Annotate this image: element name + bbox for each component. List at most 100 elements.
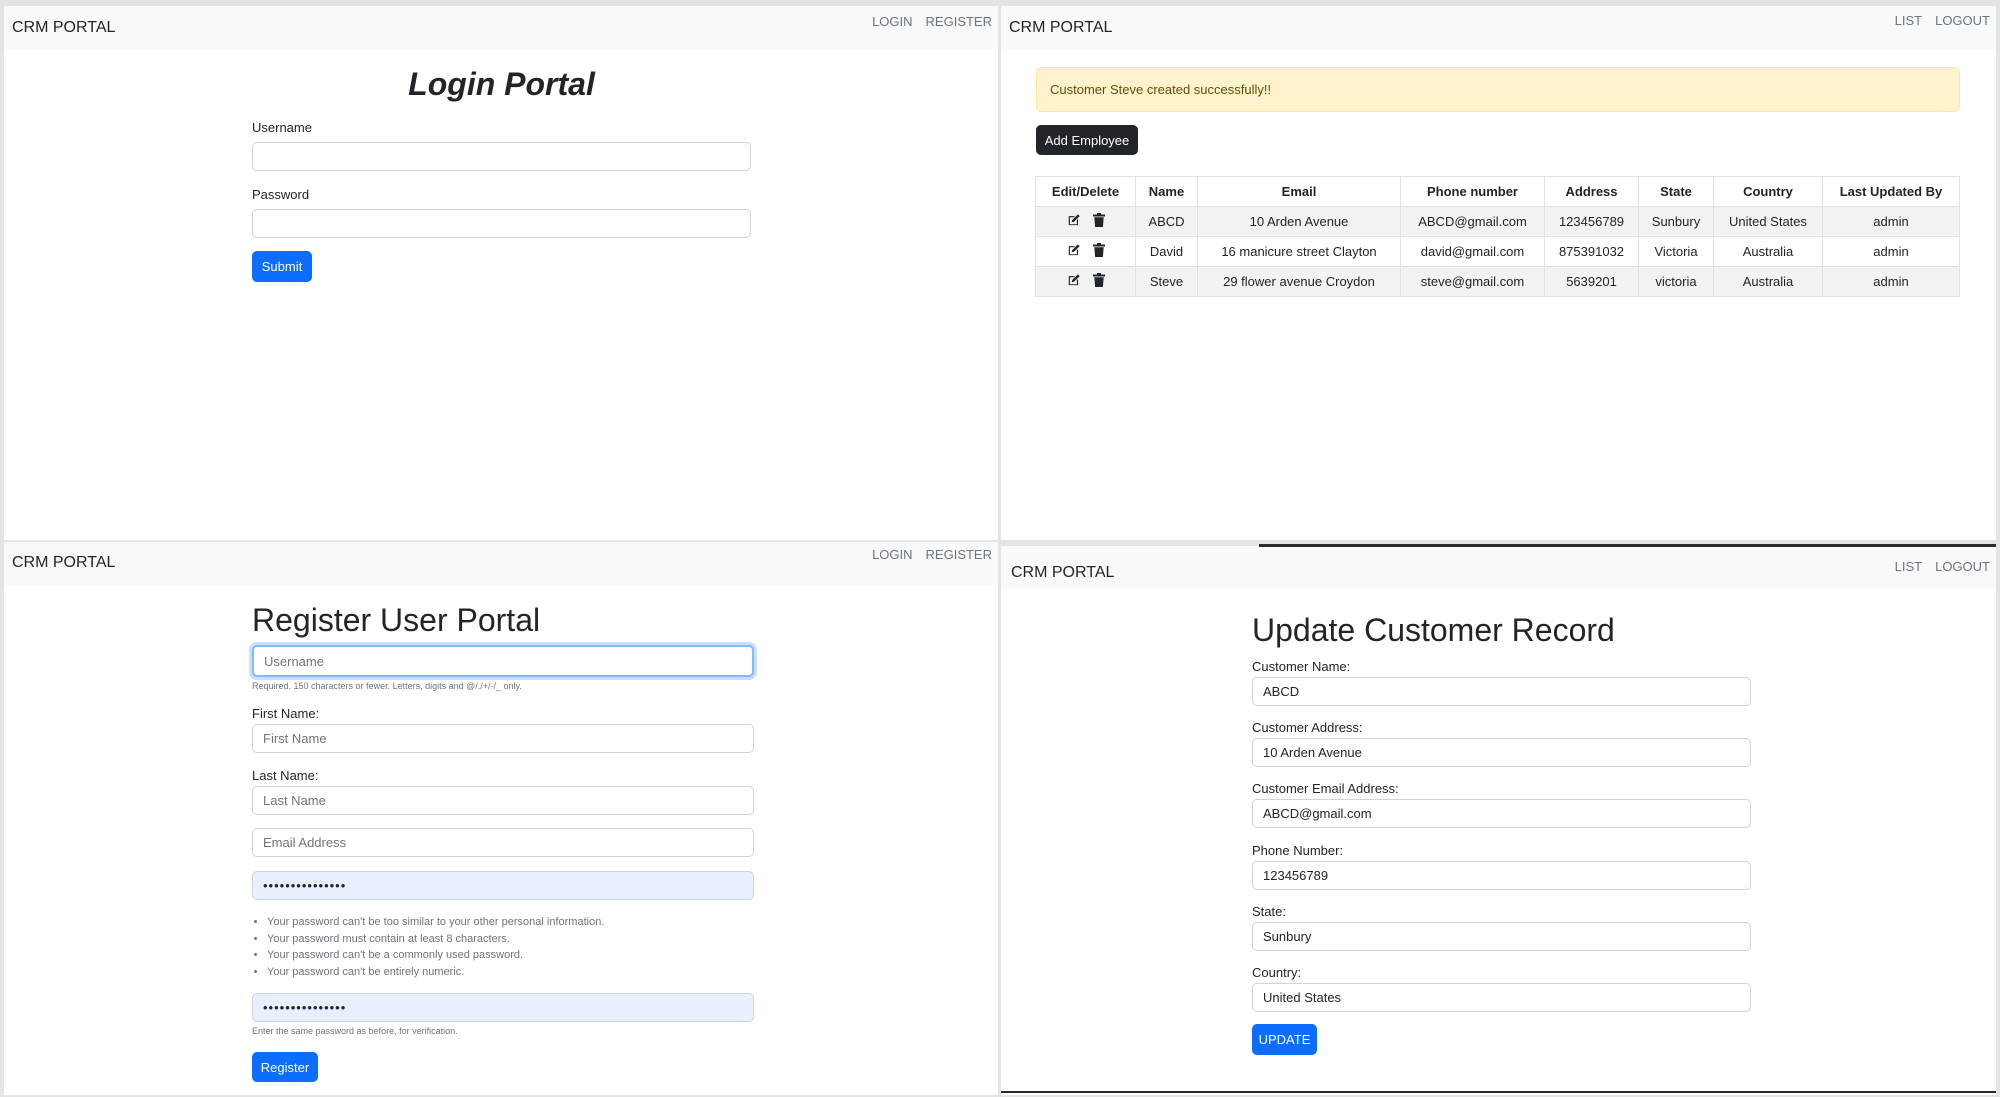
customer-address-label: Customer Address: <box>1252 720 1363 735</box>
password-rules-list: Your password can't be too similar to yo… <box>267 914 604 980</box>
col-country: Country <box>1713 176 1823 207</box>
password-rule: Your password can't be too similar to yo… <box>267 914 604 931</box>
page-title: Update Customer Record <box>1252 612 1615 648</box>
table-row: Steve 29 flower avenue Croydon steve@gma… <box>1035 266 1960 297</box>
first-name-label: First Name: <box>252 706 320 721</box>
brand-logo[interactable]: CRM PORTAL <box>1009 19 1112 37</box>
alert-message: Customer Steve created successfully!! <box>1050 82 1272 97</box>
edit-icon[interactable] <box>1067 213 1081 227</box>
brand-logo[interactable]: CRM PORTAL <box>1011 564 1114 582</box>
customer-address-input[interactable]: 10 Arden Avenue <box>1252 738 1751 767</box>
col-last-updated-by: Last Updated By <box>1822 176 1960 207</box>
nav-list-link[interactable]: LIST <box>1895 13 1922 28</box>
cell-state: victoria <box>1638 266 1714 297</box>
nav-register-link[interactable]: REGISTER <box>926 547 992 562</box>
col-email: Email <box>1197 176 1401 207</box>
cell-name: ABCD <box>1135 206 1198 237</box>
update-button[interactable]: UPDATE <box>1252 1024 1317 1055</box>
trash-icon[interactable] <box>1092 273 1105 287</box>
customer-email-label: Customer Email Address: <box>1252 781 1399 796</box>
country-input[interactable]: United States <box>1252 983 1751 1012</box>
brand-logo[interactable]: CRM PORTAL <box>12 554 115 572</box>
password-confirm-input[interactable]: ••••••••••••••• <box>252 993 754 1022</box>
nav-links: LIST LOGOUT <box>1895 559 1990 574</box>
trash-icon[interactable] <box>1092 213 1105 227</box>
navbar: CRM PORTAL LIST LOGOUT <box>1001 546 1996 589</box>
cell-email: 16 manicure street Clayton <box>1197 236 1401 267</box>
window-divider <box>1001 1091 1996 1093</box>
username-input[interactable] <box>252 142 751 171</box>
first-name-placeholder: First Name <box>263 731 327 746</box>
password-rule: Your password can't be entirely numeric. <box>267 964 604 981</box>
customer-name-label: Customer Name: <box>1252 659 1351 674</box>
page-title: Register User Portal <box>252 602 541 638</box>
cell-state: Sunbury <box>1638 206 1714 237</box>
col-phone: Phone number <box>1400 176 1545 207</box>
edit-icon[interactable] <box>1067 273 1081 287</box>
login-panel: CRM PORTAL LOGIN REGISTER Login Portal U… <box>4 6 998 540</box>
nav-login-link[interactable]: LOGIN <box>872 14 912 29</box>
last-name-input[interactable]: Last Name <box>252 786 754 815</box>
nav-list-link[interactable]: LIST <box>1895 559 1922 574</box>
cell-country: Australia <box>1713 236 1823 267</box>
cell-address: 875391032 <box>1544 236 1639 267</box>
cell-address: 123456789 <box>1544 206 1639 237</box>
customer-name-value: ABCD <box>1263 684 1300 699</box>
customer-name-input[interactable]: ABCD <box>1252 677 1751 706</box>
username-label: Username <box>252 120 312 135</box>
table-row: ABCD 10 Arden Avenue ABCD@gmail.com 1234… <box>1035 206 1960 237</box>
country-label: Country: <box>1252 965 1302 980</box>
phone-number-input[interactable]: 123456789 <box>1252 861 1751 890</box>
customer-table: Edit/Delete Name Email Phone number Addr… <box>1035 176 1960 297</box>
first-name-input[interactable]: First Name <box>252 724 754 753</box>
edit-icon[interactable] <box>1067 243 1081 257</box>
customer-list-panel: CRM PORTAL LIST LOGOUT Customer Steve cr… <box>1001 6 1996 540</box>
window-divider <box>1259 544 1996 547</box>
email-input[interactable]: Email Address <box>252 828 754 857</box>
nav-logout-link[interactable]: LOGOUT <box>1935 13 1990 28</box>
password-rule: Your password can't be a commonly used p… <box>267 947 604 964</box>
navbar: CRM PORTAL LIST LOGOUT <box>1001 6 1996 49</box>
password-confirm-value: ••••••••••••••• <box>263 1000 347 1015</box>
col-edit-delete: Edit/Delete <box>1035 176 1136 207</box>
password-confirm-help-text: Enter the same password as before, for v… <box>252 1026 458 1036</box>
state-value: Sunbury <box>1263 929 1312 944</box>
cell-phone: ABCD@gmail.com <box>1400 206 1545 237</box>
cell-updated-by: admin <box>1822 266 1960 297</box>
update-customer-panel: CRM PORTAL LIST LOGOUT Update Customer R… <box>1001 546 1996 1095</box>
brand-logo[interactable]: CRM PORTAL <box>12 19 115 37</box>
last-name-label: Last Name: <box>252 768 319 783</box>
cell-email: 10 Arden Avenue <box>1197 206 1401 237</box>
password-input[interactable] <box>252 209 751 238</box>
submit-button[interactable]: Submit <box>252 251 312 282</box>
register-button[interactable]: Register <box>252 1052 318 1082</box>
username-input[interactable]: Username <box>252 645 754 677</box>
phone-number-label: Phone Number: <box>1252 843 1344 858</box>
nav-links: LOGIN REGISTER <box>872 547 992 562</box>
cell-email: 29 flower avenue Croydon <box>1197 266 1401 297</box>
nav-login-link[interactable]: LOGIN <box>872 547 912 562</box>
cell-updated-by: admin <box>1822 206 1960 237</box>
cell-address: 5639201 <box>1544 266 1639 297</box>
email-placeholder: Email Address <box>263 835 347 850</box>
username-placeholder: Username <box>264 653 324 669</box>
nav-register-link[interactable]: REGISTER <box>926 14 992 29</box>
customer-email-input[interactable]: ABCD@gmail.com <box>1252 799 1751 828</box>
add-employee-button[interactable]: Add Employee <box>1036 125 1138 155</box>
cell-state: Victoria <box>1638 236 1714 267</box>
navbar: CRM PORTAL LOGIN REGISTER <box>4 6 998 49</box>
cell-phone: steve@gmail.com <box>1400 266 1545 297</box>
nav-logout-link[interactable]: LOGOUT <box>1935 559 1990 574</box>
password-rule: Your password must contain at least 8 ch… <box>267 931 604 948</box>
table-header-row: Edit/Delete Name Email Phone number Addr… <box>1035 176 1960 207</box>
col-address: Address <box>1544 176 1639 207</box>
last-name-placeholder: Last Name <box>263 793 326 808</box>
state-input[interactable]: Sunbury <box>1252 922 1751 951</box>
cell-phone: david@gmail.com <box>1400 236 1545 267</box>
phone-number-value: 123456789 <box>1263 868 1329 883</box>
trash-icon[interactable] <box>1092 243 1105 257</box>
password-input[interactable]: ••••••••••••••• <box>252 871 754 900</box>
password-value: ••••••••••••••• <box>263 878 347 893</box>
cell-country: United States <box>1713 206 1823 237</box>
nav-links: LOGIN REGISTER <box>872 14 992 29</box>
